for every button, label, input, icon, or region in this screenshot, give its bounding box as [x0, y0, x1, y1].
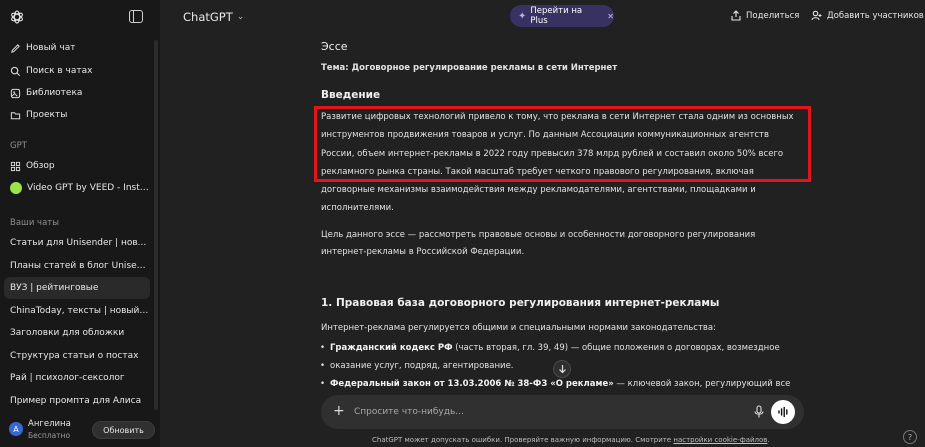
avatar[interactable]: А	[9, 422, 23, 436]
add-participants-button[interactable]: Добавить участников	[811, 10, 924, 21]
footer-disclaimer: ChatGPT может допускать ошибки. Проверяй…	[372, 436, 770, 444]
intro-line: договорные механизмы взаимодействия межд…	[321, 185, 756, 195]
chat-title: Пример промпта для Алиса	[10, 396, 142, 406]
sidebar-scrollbar[interactable]	[154, 40, 158, 410]
folder-icon	[10, 110, 21, 121]
user-plan: Бесплатно	[28, 431, 71, 440]
bullet-bold-text: Федеральный закон от 13.03.2006 № 38-ФЗ …	[330, 379, 614, 389]
gpt-section-label: GPT	[10, 141, 27, 151]
share-icon	[731, 10, 741, 21]
grid-icon	[10, 161, 21, 172]
intro-heading: Введение	[321, 89, 381, 101]
essay-title: Эссе	[321, 40, 348, 53]
sidebar-item-label: Video GPT by VEED - Instant...	[27, 183, 150, 193]
library-icon	[10, 88, 21, 99]
waveform-icon	[778, 406, 788, 418]
scroll-down-button[interactable]	[553, 360, 571, 378]
cookie-settings-link[interactable]: настройки cookie-файлов	[673, 436, 767, 444]
sidebar-item-label: Библиотека	[26, 88, 83, 98]
new-chat-icon	[10, 43, 21, 54]
chat-list-item[interactable]: Планы статей в блог Unisen...	[4, 255, 150, 277]
bullet-text: (часть вторая, гл. 39, 49) — общие полож…	[452, 343, 780, 353]
plus-pill-label: Перейти на Plus	[530, 6, 583, 26]
section1-heading: 1. Правовая база договорного регулирован…	[321, 297, 720, 309]
sidebar-item-explore[interactable]: Обзор	[4, 155, 150, 177]
sidebar-toggle-icon[interactable]	[129, 10, 143, 23]
close-icon[interactable]: ✕	[607, 12, 614, 21]
sidebar: Новый чат Поиск в чатах Библиотека Проек…	[0, 0, 160, 447]
sidebar-item-video-gpt[interactable]: Video GPT by VEED - Instant...	[4, 177, 150, 199]
sidebar-item-projects[interactable]: Проекты	[4, 104, 150, 126]
sidebar-item-search[interactable]: Поиск в чатах	[4, 60, 150, 82]
upgrade-button[interactable]: Обновить	[92, 421, 155, 439]
essay-topic: Тема: Договорное регулирование рекламы в…	[321, 63, 618, 73]
share-button[interactable]: Поделиться	[731, 10, 799, 21]
sidebar-item-label: Обзор	[26, 161, 55, 171]
chat-title: ВУЗ | рейтинговые	[10, 283, 99, 293]
upgrade-plus-pill[interactable]: ✦ Перейти на Plus ✕	[510, 5, 614, 27]
share-label: Поделиться	[746, 10, 800, 21]
openai-logo-icon[interactable]	[9, 9, 25, 25]
sidebar-top	[0, 0, 160, 36]
chat-list-item[interactable]: Структура статьи о постах	[4, 345, 150, 367]
chat-title: Статьи для Unisender | нов...	[10, 238, 147, 248]
help-button[interactable]: ?	[903, 430, 917, 444]
chat-list-item[interactable]: Пример промпта для Алиса	[4, 390, 150, 412]
disclaimer-end: .	[767, 436, 770, 444]
message-composer: +	[321, 395, 804, 429]
voice-mode-button[interactable]	[771, 400, 795, 424]
sparkle-icon: ✦	[518, 10, 527, 22]
bullet-civil-code: Гражданский кодекс РФ (часть вторая, гл.…	[320, 339, 800, 357]
bullet-bold-text: Гражданский кодекс РФ	[330, 343, 453, 353]
prompt-input[interactable]	[354, 404, 734, 420]
search-icon	[10, 66, 21, 77]
add-person-icon	[811, 10, 822, 21]
add-participants-label: Добавить участников	[827, 10, 924, 21]
arrow-down-icon	[558, 365, 566, 374]
chevron-down-icon: ⌄	[236, 12, 245, 22]
chat-list-item[interactable]: ChinaToday, тексты | новый ...	[4, 300, 150, 322]
chat-title: Заголовки для обложки	[10, 328, 125, 338]
chat-title: ChinaToday, тексты | новый ...	[10, 306, 150, 316]
chat-list-item[interactable]: Заголовки для обложки	[4, 322, 150, 344]
chat-title: Рай | психолог-сексолог	[10, 373, 125, 383]
sidebar-item-label: Новый чат	[26, 43, 76, 53]
chat-list-item[interactable]: Статьи для Unisender | нов...	[4, 232, 150, 254]
model-selector[interactable]: ChatGPT ⌄	[183, 10, 244, 24]
goal-line: интернет-рекламы в Российской Федерации.	[321, 247, 525, 257]
user-profile[interactable]: А Ангелина Бесплатно Обновить	[0, 413, 160, 447]
user-name: Ангелина	[28, 419, 71, 429]
bullet-text: — ключевой закон, регулирующий все	[613, 379, 791, 389]
chat-title: Структура статьи о постах	[10, 351, 139, 361]
sidebar-item-new-chat[interactable]: Новый чат	[4, 37, 150, 59]
top-header: ChatGPT ⌄ ✦ Перейти на Plus ✕ Поделиться…	[160, 0, 925, 36]
bullet-ad-law: Федеральный закон от 13.03.2006 № 38-ФЗ …	[320, 375, 800, 393]
goal-line: Цель данного эссе — рассмотреть правовые…	[321, 230, 756, 240]
intro-line: исполнителями.	[321, 203, 394, 213]
model-name: ChatGPT	[183, 10, 233, 24]
plus-icon[interactable]: +	[333, 403, 345, 419]
chat-title: Планы статей в блог Unisen...	[10, 261, 150, 271]
veed-logo-icon	[10, 182, 22, 194]
bullet-text: оказание услуг, подряд, агентирование.	[330, 361, 514, 371]
section1-intro: Интернет-реклама регулируется общими и с…	[321, 323, 717, 333]
chat-list-item-active[interactable]: ВУЗ | рейтинговые	[4, 277, 150, 299]
red-highlight-box	[314, 106, 811, 182]
disclaimer-text: ChatGPT может допускать ошибки. Проверяй…	[372, 436, 674, 444]
sidebar-item-library[interactable]: Библиотека	[4, 82, 150, 104]
sidebar-item-label: Поиск в чатах	[26, 66, 93, 76]
sidebar-item-label: Проекты	[26, 110, 68, 120]
chats-section-label: Ваши чаты	[10, 218, 59, 228]
chat-list-item[interactable]: Рай | психолог-сексолог	[4, 367, 150, 389]
microphone-icon[interactable]	[753, 405, 765, 419]
